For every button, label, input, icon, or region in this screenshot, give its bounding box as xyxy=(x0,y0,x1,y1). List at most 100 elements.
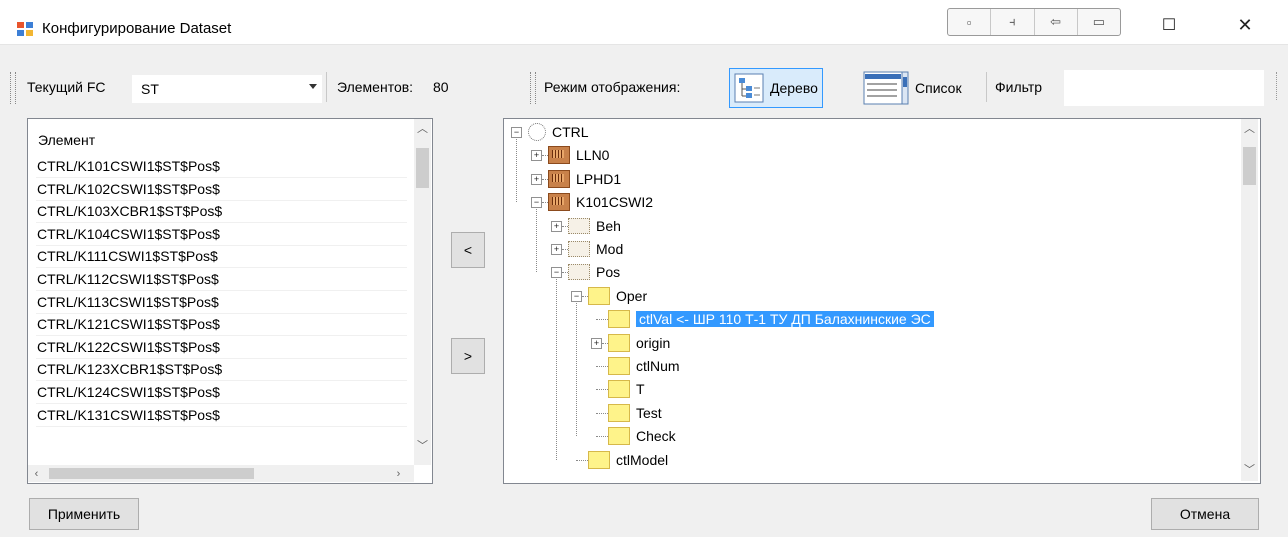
count-value: 80 xyxy=(433,79,449,95)
list-horizontal-scrollbar[interactable]: ‹ › xyxy=(28,465,414,482)
data-object-icon xyxy=(568,217,590,234)
app-icon xyxy=(17,22,33,36)
tree-node[interactable]: Oper xyxy=(588,285,647,307)
tree-node[interactable]: K101CSWI2 xyxy=(548,191,653,213)
expand-icon[interactable]: + xyxy=(551,220,562,232)
apply-button[interactable]: Применить xyxy=(29,498,139,530)
list-item[interactable]: CTRL/K102CSWI1$ST$Pos$ xyxy=(36,178,407,201)
toolbar-grip xyxy=(1276,72,1280,100)
count-label: Элементов: xyxy=(337,79,414,95)
back-icon[interactable]: ⇦ xyxy=(1035,9,1078,35)
tree-node-label: Beh xyxy=(596,217,621,234)
tree-node[interactable]: CTRL xyxy=(528,121,589,143)
tree-node[interactable]: ctlModel xyxy=(588,449,668,471)
scroll-down-icon[interactable]: ﹀ xyxy=(414,436,431,453)
tree-node[interactable]: Beh xyxy=(568,215,621,237)
list-item[interactable]: CTRL/K131CSWI1$ST$Pos$ xyxy=(36,404,407,427)
mode-tree-label: Дерево xyxy=(770,80,818,96)
scroll-thumb[interactable] xyxy=(49,468,254,479)
extra-window-buttons: ▫ ⫞ ⇦ ▭ xyxy=(947,8,1121,36)
tree-view-icon xyxy=(734,73,764,103)
mode-tree-button[interactable]: Дерево xyxy=(729,68,823,108)
cancel-button[interactable]: Отмена xyxy=(1151,498,1259,530)
expand-icon[interactable]: + xyxy=(591,337,602,349)
window-icon[interactable]: ▭ xyxy=(1078,9,1120,35)
tree-node[interactable]: Mod xyxy=(568,238,623,260)
tree-vertical-scrollbar[interactable]: ︿ ﹀ xyxy=(1241,119,1258,481)
scroll-thumb[interactable] xyxy=(416,148,429,188)
list-view-icon xyxy=(863,71,909,105)
list-item[interactable]: CTRL/K123XCBR1$ST$Pos$ xyxy=(36,358,407,382)
tree-connector xyxy=(596,436,608,438)
list-item[interactable]: CTRL/K103XCBR1$ST$Pos$ xyxy=(36,200,407,224)
data-attribute-icon xyxy=(608,380,630,399)
data-attribute-icon xyxy=(608,357,630,375)
tree-node[interactable]: T xyxy=(608,378,645,400)
tree-node-label: Test xyxy=(636,404,662,421)
scroll-right-icon[interactable]: › xyxy=(390,465,407,482)
fc-value: ST xyxy=(141,81,159,97)
tree-node[interactable]: origin xyxy=(608,332,670,354)
mode-list-label: Список xyxy=(915,80,962,96)
tree-connector xyxy=(536,207,537,273)
collapse-icon[interactable]: − xyxy=(571,290,582,302)
toolbar-separator xyxy=(326,72,327,102)
data-object-icon xyxy=(568,264,590,281)
tree-node[interactable]: ctlVal <- ШР 110 Т-1 ТУ ДП Балахнинские … xyxy=(608,308,934,330)
tree-node-label: LPHD1 xyxy=(576,170,622,187)
data-attribute-icon xyxy=(588,286,610,305)
logical-node-icon xyxy=(548,193,570,212)
scroll-up-icon[interactable]: ︿ xyxy=(414,119,431,136)
toolbar-separator xyxy=(986,72,987,102)
close-button[interactable]: ✕ xyxy=(1222,10,1268,40)
tree-connector xyxy=(596,319,608,321)
fc-combobox[interactable]: ST xyxy=(132,75,322,103)
network-icon xyxy=(528,123,546,141)
tree-node[interactable]: Pos xyxy=(568,261,620,283)
tree-node[interactable]: Check xyxy=(608,425,676,447)
toolbar-grip[interactable] xyxy=(10,72,16,104)
data-object-icon xyxy=(568,241,590,257)
chevron-down-icon[interactable] xyxy=(309,84,317,89)
data-attribute-icon xyxy=(608,333,630,352)
scroll-down-icon[interactable]: ﹀ xyxy=(1241,460,1258,477)
tree-node-label: LLN0 xyxy=(576,147,610,164)
collapse-icon[interactable]: − xyxy=(551,267,562,279)
filter-input[interactable] xyxy=(1064,70,1264,106)
tree-node-label: K101CSWI2 xyxy=(576,194,654,211)
list-item[interactable]: CTRL/K124CSWI1$ST$Pos$ xyxy=(36,381,407,404)
move-right-button[interactable]: > xyxy=(451,338,485,374)
list-item[interactable]: CTRL/K122CSWI1$ST$Pos$ xyxy=(36,336,407,359)
toolbar-grip[interactable] xyxy=(530,72,536,104)
element-list[interactable]: Элемент CTRL/K101CSWI1$ST$Pos$ CTRL/K102C… xyxy=(27,118,433,484)
collapse-icon[interactable]: − xyxy=(511,127,522,138)
scroll-left-icon[interactable]: ‹ xyxy=(28,465,45,482)
list-item[interactable]: CTRL/K111CSWI1$ST$Pos$ xyxy=(36,245,407,269)
list-item[interactable]: CTRL/K121CSWI1$ST$Pos$ xyxy=(36,313,407,337)
list-header: Элемент xyxy=(38,132,96,148)
tree-node[interactable]: Test xyxy=(608,402,662,424)
move-left-button[interactable]: < xyxy=(451,232,485,268)
filter-label: Фильтр xyxy=(995,79,1043,95)
tree-view[interactable]: − CTRL + LLN0 + LPHD1 − K101CSWI2 + Beh + Mod − Pos − O… xyxy=(503,118,1261,484)
data-attribute-icon xyxy=(608,310,630,329)
list-vertical-scrollbar[interactable]: ︿ ﹀ xyxy=(414,119,431,465)
list-item[interactable]: CTRL/K104CSWI1$ST$Pos$ xyxy=(36,223,407,246)
expand-icon[interactable]: + xyxy=(531,150,542,162)
tree-node[interactable]: LPHD1 xyxy=(548,168,621,190)
tree-node[interactable]: ctlNum xyxy=(608,355,680,377)
scroll-up-icon[interactable]: ︿ xyxy=(1241,119,1258,136)
expand-icon[interactable]: + xyxy=(551,244,562,255)
collapse-icon[interactable]: − xyxy=(531,197,542,209)
logical-node-icon xyxy=(548,146,570,165)
mode-list-button[interactable]: Список xyxy=(858,68,967,108)
restore-small-icon[interactable]: ▫ xyxy=(948,9,992,35)
list-item[interactable]: CTRL/K113CSWI1$ST$Pos$ xyxy=(36,291,407,314)
scroll-thumb[interactable] xyxy=(1243,147,1256,185)
list-item[interactable]: CTRL/K112CSWI1$ST$Pos$ xyxy=(36,268,407,291)
maximize-button[interactable]: ☐ xyxy=(1146,10,1192,40)
list-item[interactable]: CTRL/K101CSWI1$ST$Pos$ xyxy=(36,155,407,178)
tree-node[interactable]: LLN0 xyxy=(548,144,609,166)
pin-icon[interactable]: ⫞ xyxy=(991,9,1035,35)
expand-icon[interactable]: + xyxy=(531,173,542,185)
